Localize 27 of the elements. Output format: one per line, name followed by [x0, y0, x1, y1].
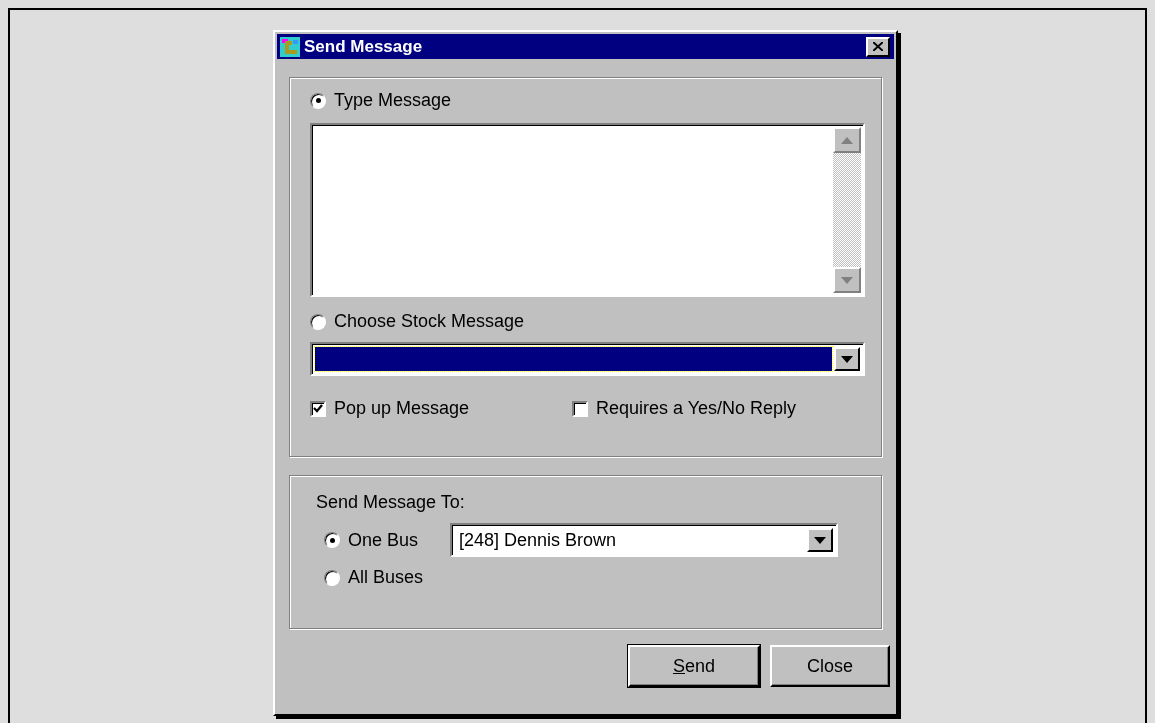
send-button[interactable]: Send — [628, 645, 760, 687]
checkmark-icon — [313, 404, 323, 413]
dropdown-arrow-icon — [841, 355, 853, 363]
close-button[interactable]: Close — [770, 645, 890, 687]
radio-button[interactable] — [324, 532, 340, 548]
checkbox-label: Requires a Yes/No Reply — [596, 398, 797, 419]
checkbox-label: Pop up Message — [334, 398, 470, 419]
checkbox[interactable] — [310, 400, 326, 417]
scrollbar[interactable] — [833, 127, 861, 293]
message-text-area[interactable] — [310, 123, 865, 297]
radio-button[interactable] — [310, 92, 326, 109]
checkbox[interactable] — [572, 400, 588, 417]
radio-button[interactable] — [310, 313, 326, 330]
dropdown-arrow-icon — [814, 536, 827, 544]
scroll-down-icon — [841, 276, 853, 284]
window-close-button[interactable] — [866, 36, 890, 57]
bus-dropdown[interactable]: [248] Dennis Brown — [450, 523, 839, 557]
radio-label: Type Message — [334, 90, 452, 111]
close-icon — [873, 42, 883, 51]
window-title: Send Message — [304, 36, 424, 57]
scroll-up-icon — [841, 136, 853, 144]
stock-message-dropdown[interactable] — [310, 342, 865, 376]
app-icon — [280, 36, 300, 57]
radio-label: Choose Stock Message — [334, 311, 525, 332]
group-label: Send Message To: — [316, 492, 466, 513]
radio-label: One Bus — [348, 529, 419, 551]
radio-label: All Buses — [348, 567, 424, 588]
